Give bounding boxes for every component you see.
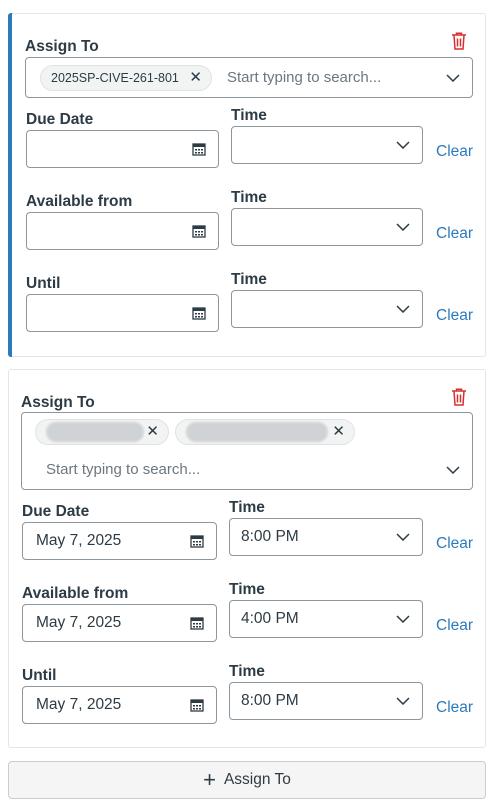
until-time-select[interactable] [231,290,423,328]
available-date-value: May 7, 2025 [36,614,122,631]
until-clear-button[interactable]: Clear [436,307,473,325]
due-date-value: May 7, 2025 [36,532,122,549]
until-time-label: Time [229,663,265,680]
calendar-icon[interactable] [190,698,204,712]
assign-search-input[interactable]: Start typing to search... [227,69,381,86]
due-clear-button[interactable]: Clear [436,535,473,553]
assignee-chip-label: 2025SP-CIVE-261-801 [51,71,179,85]
due-date-label: Due Date [26,111,94,128]
chevron-down-icon[interactable] [446,74,460,82]
calendar-icon[interactable] [192,142,206,156]
trash-icon[interactable] [450,387,468,407]
calendar-icon[interactable] [192,224,206,238]
available-date-input[interactable]: May 7, 2025 [22,604,217,642]
assignee-chip: ✕ [175,419,355,445]
available-from-label: Available from [26,193,133,210]
available-from-label: Available from [22,585,129,602]
assign-card-2: Assign To ✕ ✕ Start typing to search... … [8,369,486,748]
available-time-label: Time [231,189,267,206]
assign-to-combobox[interactable]: 2025SP-CIVE-261-801 ✕ Start typing to se… [25,57,473,98]
chevron-down-icon[interactable] [396,697,410,705]
close-icon[interactable]: ✕ [332,424,345,439]
until-date-value: May 7, 2025 [36,696,122,713]
until-label: Until [22,667,57,684]
due-time-select[interactable]: 8:00 PM [229,518,423,556]
chevron-down-icon[interactable] [396,305,410,313]
calendar-icon[interactable] [190,534,204,548]
due-time-select[interactable] [231,126,423,164]
assign-search-input[interactable]: Start typing to search... [46,461,200,478]
due-date-label: Due Date [22,503,90,520]
due-time-value: 8:00 PM [241,528,299,545]
available-time-label: Time [229,581,265,598]
assign-to-label: Assign To [21,394,95,411]
due-time-label: Time [231,107,267,124]
until-date-input[interactable] [26,294,219,332]
until-date-input[interactable]: May 7, 2025 [22,686,217,724]
until-time-label: Time [231,271,267,288]
available-clear-button[interactable]: Clear [436,225,473,243]
close-icon[interactable]: ✕ [146,424,159,439]
until-clear-button[interactable]: Clear [436,699,473,717]
until-label: Until [26,275,61,292]
redacted-name [186,422,328,442]
chevron-down-icon[interactable] [396,141,410,149]
add-assign-to-button[interactable]: + Assign To [8,761,486,799]
available-time-select[interactable] [231,208,423,246]
due-date-input[interactable] [26,130,219,168]
redacted-name [46,422,144,442]
chevron-down-icon[interactable] [396,223,410,231]
assignee-chip: 2025SP-CIVE-261-801 ✕ [40,65,212,91]
available-clear-button[interactable]: Clear [436,617,473,635]
until-time-value: 8:00 PM [241,692,299,709]
chevron-down-icon[interactable] [396,533,410,541]
assign-to-combobox[interactable]: ✕ ✕ Start typing to search... [21,412,473,490]
available-time-value: 4:00 PM [241,610,299,627]
close-icon[interactable]: ✕ [189,70,202,85]
chevron-down-icon[interactable] [446,466,460,474]
until-time-select[interactable]: 8:00 PM [229,682,423,720]
calendar-icon[interactable] [192,306,206,320]
calendar-icon[interactable] [190,616,204,630]
plus-icon: + [203,767,216,792]
assignee-chip: ✕ [35,419,169,445]
available-time-select[interactable]: 4:00 PM [229,600,423,638]
trash-icon[interactable] [450,31,468,51]
add-assign-to-label: Assign To [223,771,291,788]
available-date-input[interactable] [26,212,219,250]
due-date-input[interactable]: May 7, 2025 [22,522,217,560]
due-clear-button[interactable]: Clear [436,143,473,161]
chevron-down-icon[interactable] [396,615,410,623]
assign-card-1: Assign To 2025SP-CIVE-261-801 ✕ Start ty… [8,13,486,357]
due-time-label: Time [229,499,265,516]
assign-to-label: Assign To [25,38,99,55]
